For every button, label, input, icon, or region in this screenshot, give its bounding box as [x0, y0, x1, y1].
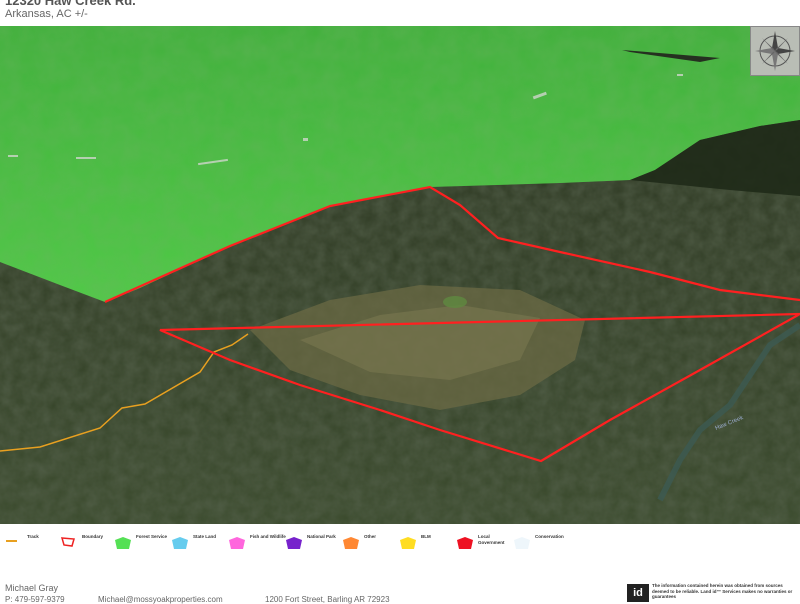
- property-title: 12320 Haw Creek Rd.: [5, 0, 136, 8]
- map-legend: Track Boundary Forest Service State Land…: [0, 530, 800, 556]
- conservation-legend-icon: [514, 537, 530, 549]
- legend-item-forest-service: Forest Service: [114, 530, 169, 554]
- legend-item-national-park: National Park: [285, 530, 340, 554]
- footer: Michael Gray P: 479-597-9379 Michael@mos…: [0, 580, 800, 604]
- legend-item-boundary: Boundary: [60, 530, 115, 554]
- legend-item-track: Track: [5, 530, 55, 554]
- legend-item-other: Other: [342, 530, 397, 554]
- disclaimer-text: The information contained herein was obt…: [652, 583, 793, 599]
- boundary-legend-icon: [60, 537, 75, 547]
- legend-item-local-government: Local Government: [456, 530, 516, 554]
- header: 12320 Haw Creek Rd. Arkansas, AC +/-: [0, 0, 800, 26]
- property-subtitle: Arkansas, AC +/-: [5, 8, 88, 20]
- legend-item-conservation: Conservation: [513, 530, 573, 554]
- legend-item-blm: BLM: [399, 530, 454, 554]
- compass-button[interactable]: [750, 26, 800, 76]
- land-id-logo: id: [627, 584, 649, 602]
- national-park-legend-icon: [286, 537, 302, 549]
- track-legend-icon: [6, 540, 17, 542]
- compass-rose-icon: [755, 31, 795, 71]
- blm-legend-icon: [400, 537, 416, 549]
- agent-name: Michael Gray: [5, 583, 59, 593]
- other-legend-icon: [343, 537, 359, 549]
- legend-item-fish-and-wildlife: Fish and Wildlife: [228, 530, 286, 554]
- forest-service-legend-icon: [115, 537, 131, 549]
- legend-item-state-land: State Land: [171, 530, 226, 554]
- state-land-legend-icon: [172, 537, 188, 549]
- terrain-map: Haw Creek: [0, 26, 800, 524]
- map-view[interactable]: Haw Creek: [0, 26, 800, 524]
- local-government-legend-icon: [457, 537, 473, 549]
- fish-wildlife-legend-icon: [229, 537, 245, 549]
